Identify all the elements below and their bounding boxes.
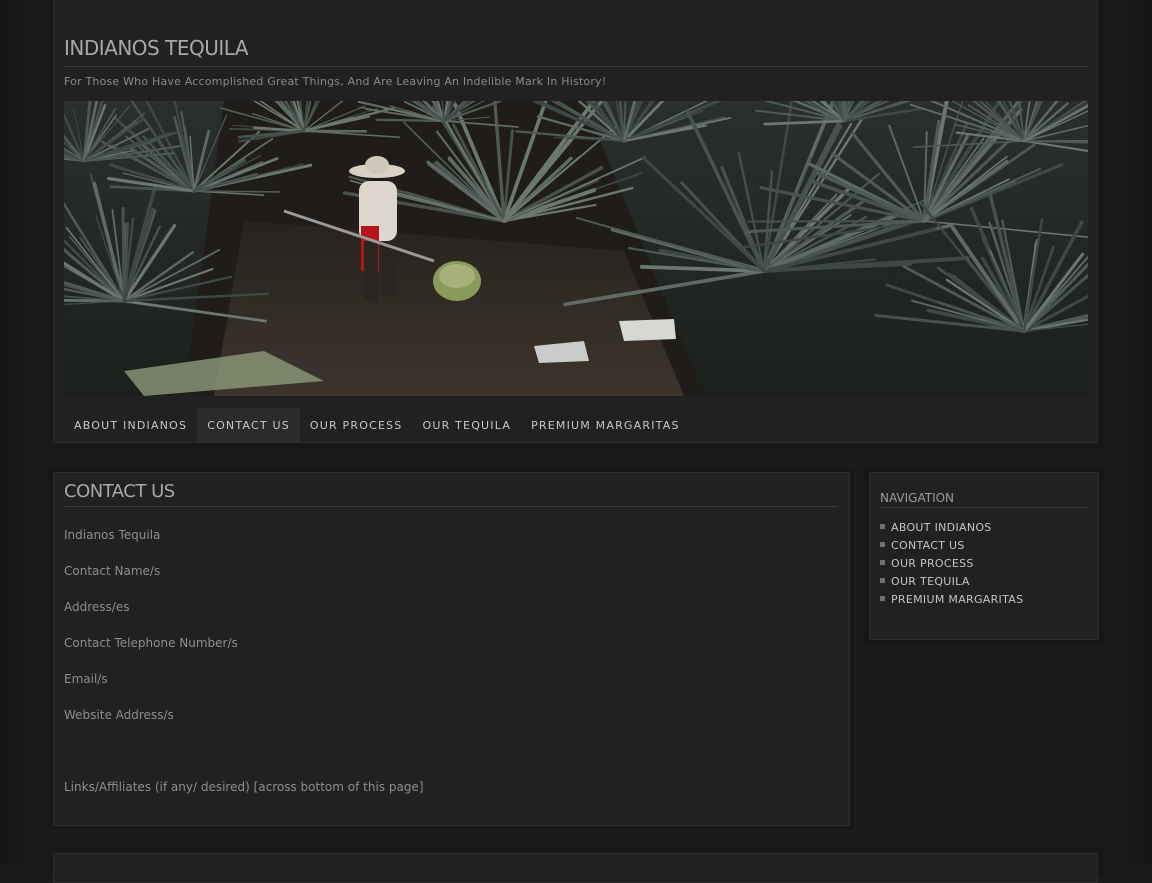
sidebar-title-divider bbox=[880, 507, 1088, 508]
site-tagline: For Those Who Have Accomplished Great Th… bbox=[64, 75, 606, 88]
agave-field-photo bbox=[64, 101, 1088, 396]
nav-item-our-tequila[interactable]: OUR TEQUILA bbox=[412, 408, 521, 442]
nav-item-about-indianos[interactable]: ABOUT INDIANOS bbox=[64, 408, 197, 442]
nav-item-our-process[interactable]: OUR PROCESS bbox=[300, 408, 413, 442]
square-bullet-icon bbox=[880, 542, 885, 547]
main-nav: ABOUT INDIANOS CONTACT US OUR PROCESS OU… bbox=[64, 408, 690, 442]
sidebar-title: NAVIGATION bbox=[880, 491, 954, 505]
site-title[interactable]: INDIANOS TEQUILA bbox=[64, 36, 248, 60]
nav-item-contact-us[interactable]: CONTACT US bbox=[197, 408, 300, 442]
page-title-divider bbox=[64, 506, 838, 507]
content-contact-names: Contact Name/s bbox=[64, 564, 160, 578]
nav-item-premium-margaritas[interactable]: PREMIUM MARGARITAS bbox=[521, 408, 690, 442]
sidebar-item-label: OUR TEQUILA bbox=[891, 575, 970, 588]
sidebar-item-label: ABOUT INDIANOS bbox=[891, 521, 992, 534]
sidebar-item-label: CONTACT US bbox=[891, 539, 965, 552]
content-addresses: Address/es bbox=[64, 600, 129, 614]
sidebar-item-contact-us[interactable]: CONTACT US bbox=[880, 538, 1023, 556]
sidebar-item-premium-margaritas[interactable]: PREMIUM MARGARITAS bbox=[880, 592, 1023, 610]
content-website: Website Address/s bbox=[64, 708, 174, 722]
square-bullet-icon bbox=[880, 578, 885, 583]
content-telephone: Contact Telephone Number/s bbox=[64, 636, 238, 650]
sidebar-item-about-indianos[interactable]: ABOUT INDIANOS bbox=[880, 520, 1023, 538]
square-bullet-icon bbox=[880, 560, 885, 565]
sidebar-item-label: OUR PROCESS bbox=[891, 557, 974, 570]
sidebar-item-our-tequila[interactable]: OUR TEQUILA bbox=[880, 574, 1023, 592]
content-company-name: Indianos Tequila bbox=[64, 528, 160, 542]
title-divider bbox=[64, 66, 1088, 67]
square-bullet-icon bbox=[880, 596, 885, 601]
footer-panel bbox=[53, 853, 1098, 883]
agave-leaf bbox=[194, 191, 279, 192]
content-links-affiliates: Links/Affiliates (if any/ desired) [acro… bbox=[64, 780, 424, 794]
page-title: CONTACT US bbox=[64, 481, 175, 502]
square-bullet-icon bbox=[880, 524, 885, 529]
sidebar-item-label: PREMIUM MARGARITAS bbox=[891, 593, 1023, 606]
sidebar-nav: ABOUT INDIANOS CONTACT US OUR PROCESS OU… bbox=[880, 520, 1023, 610]
header-image bbox=[64, 101, 1088, 396]
content-emails: Email/s bbox=[64, 672, 108, 686]
sidebar-item-our-process[interactable]: OUR PROCESS bbox=[880, 556, 1023, 574]
